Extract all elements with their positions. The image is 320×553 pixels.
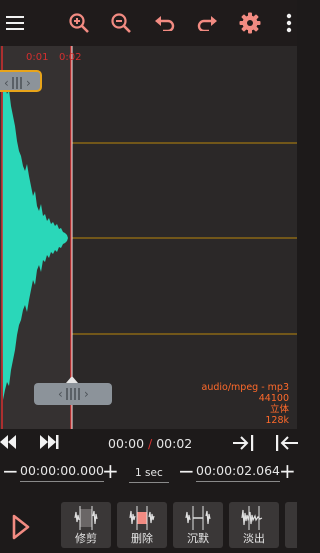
action-bar: 修剪 删除 沉默 淡出 bbox=[0, 496, 297, 553]
bitrate: 128k bbox=[265, 415, 289, 426]
skip-previous-icon[interactable] bbox=[0, 435, 16, 449]
selection-offsets: − 00:00:00.000 + 1 sec − 00:00:02.064 + bbox=[0, 457, 297, 489]
play-icon[interactable] bbox=[12, 514, 30, 540]
waveform-area[interactable]: 0:01 0:02 ‹ › ‹ › audio/mpeg - mp3 44100… bbox=[0, 46, 297, 429]
pointer-icon bbox=[66, 376, 78, 383]
transport-bar: 00:00 / 00:02 bbox=[0, 429, 298, 457]
delete-label: 删除 bbox=[131, 532, 153, 545]
grip-line bbox=[20, 77, 22, 89]
chevron-right-icon: › bbox=[26, 76, 31, 90]
more-vert-icon[interactable] bbox=[276, 10, 302, 36]
zoom-out-icon[interactable] bbox=[108, 10, 134, 36]
chevron-left-icon: ‹ bbox=[4, 76, 9, 90]
end-increment-button[interactable]: + bbox=[279, 459, 296, 483]
menu-icon[interactable] bbox=[2, 10, 28, 36]
trim-label: 修剪 bbox=[75, 532, 97, 545]
time-mark-1: 0:01 bbox=[26, 52, 49, 63]
grip-line bbox=[16, 77, 18, 89]
grip-line bbox=[66, 388, 68, 400]
sample-rate: 44100 bbox=[258, 393, 289, 404]
zoom-in-icon[interactable] bbox=[66, 10, 92, 36]
step-size-selector[interactable]: 1 sec bbox=[129, 467, 169, 483]
playback-time: 00:00 / 00:02 bbox=[108, 436, 192, 451]
end-decrement-button[interactable]: − bbox=[178, 459, 195, 483]
redo-icon[interactable] bbox=[194, 10, 220, 36]
silence-label: 沉默 bbox=[187, 532, 209, 545]
fade-out-label: 淡出 bbox=[243, 532, 265, 545]
chevron-left-icon: ‹ bbox=[58, 387, 63, 401]
grip-line bbox=[74, 388, 76, 400]
grip-line bbox=[70, 388, 72, 400]
start-decrement-button[interactable]: − bbox=[2, 459, 19, 483]
file-info: audio/mpeg - mp3 44100 立体 128k bbox=[202, 382, 289, 426]
chevron-right-icon: › bbox=[84, 387, 89, 401]
end-time-field[interactable]: 00:00:02.064 bbox=[196, 463, 280, 482]
more-tools-button[interactable] bbox=[285, 502, 297, 548]
waveform-canvas bbox=[0, 46, 297, 429]
delete-button[interactable]: 删除 bbox=[117, 502, 167, 548]
jump-to-start-marker-icon[interactable] bbox=[233, 435, 255, 451]
selection-start-handle[interactable]: ‹ › bbox=[0, 70, 42, 92]
grip-line bbox=[12, 77, 14, 89]
channel-mode: 立体 bbox=[269, 404, 289, 415]
gear-icon[interactable] bbox=[237, 10, 263, 36]
skip-next-icon[interactable] bbox=[40, 435, 59, 449]
time-mark-2: 0:02 bbox=[59, 52, 82, 63]
trim-button[interactable]: 修剪 bbox=[61, 502, 111, 548]
total-time: 00:02 bbox=[156, 436, 193, 451]
delete-icon bbox=[129, 506, 155, 530]
start-time-field[interactable]: 00:00:00.000 bbox=[20, 463, 104, 482]
start-increment-button[interactable]: + bbox=[102, 459, 119, 483]
silence-button[interactable]: 沉默 bbox=[173, 502, 223, 548]
trim-icon bbox=[74, 506, 98, 530]
silence-icon bbox=[185, 506, 211, 530]
top-toolbar bbox=[0, 0, 297, 46]
fade-out-icon bbox=[241, 506, 263, 530]
file-format: audio/mpeg - mp3 bbox=[201, 382, 289, 393]
time-separator: / bbox=[148, 436, 153, 451]
undo-icon[interactable] bbox=[152, 10, 178, 36]
grip-line bbox=[78, 388, 80, 400]
fade-out-button[interactable]: 淡出 bbox=[229, 502, 279, 548]
current-time: 00:00 bbox=[108, 436, 145, 451]
selection-end-handle[interactable]: ‹ › bbox=[34, 376, 112, 405]
jump-to-end-marker-icon[interactable] bbox=[276, 435, 298, 451]
